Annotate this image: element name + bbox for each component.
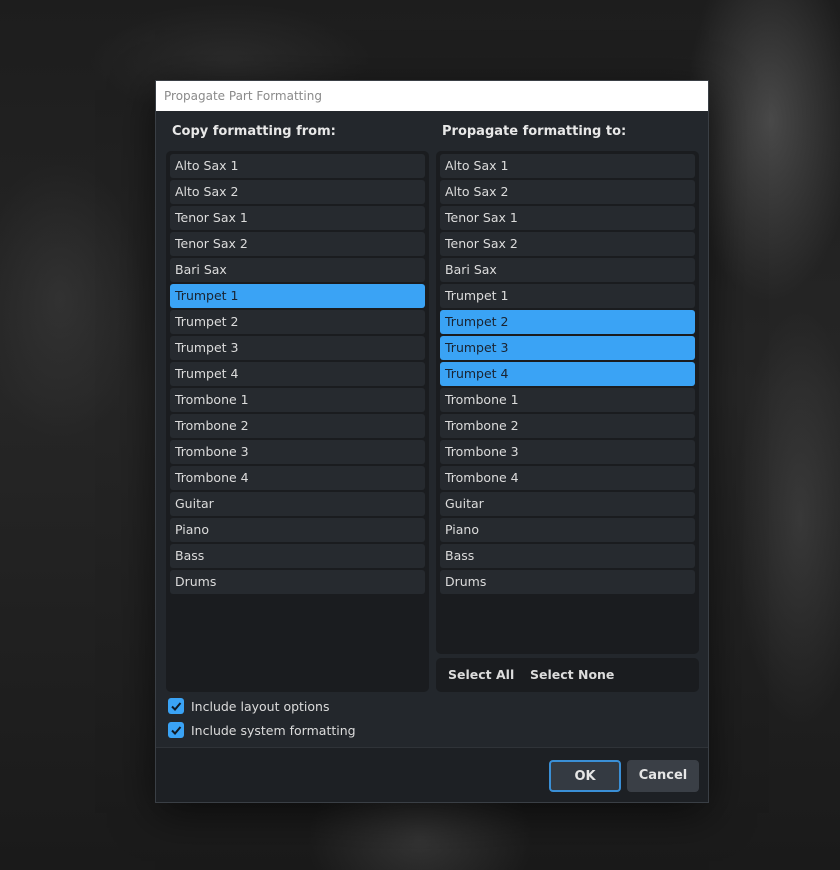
include-system-formatting-label: Include system formatting [191, 722, 356, 738]
from-list-item[interactable]: Tenor Sax 2 [170, 232, 425, 256]
from-list-item[interactable]: Trombone 3 [170, 440, 425, 464]
from-list-item[interactable]: Trumpet 1 [170, 284, 425, 308]
to-list-item[interactable]: Bari Sax [440, 258, 695, 282]
to-list-item[interactable]: Trombone 2 [440, 414, 695, 438]
to-list-item[interactable]: Alto Sax 1 [440, 154, 695, 178]
to-list-item[interactable]: Tenor Sax 1 [440, 206, 695, 230]
from-list-item[interactable]: Trumpet 2 [170, 310, 425, 334]
from-column-heading: Copy formatting from: [172, 124, 336, 139]
from-list-item[interactable]: Piano [170, 518, 425, 542]
to-list-item[interactable]: Guitar [440, 492, 695, 516]
selection-button-bar: Select All Select None [436, 658, 699, 692]
from-list-item[interactable]: Tenor Sax 1 [170, 206, 425, 230]
to-list-item[interactable]: Alto Sax 2 [440, 180, 695, 204]
to-list-item[interactable]: Tenor Sax 2 [440, 232, 695, 256]
select-none-button[interactable]: Select None [530, 658, 614, 692]
from-list-item[interactable]: Trombone 4 [170, 466, 425, 490]
to-list-item[interactable]: Trumpet 1 [440, 284, 695, 308]
propagate-formatting-dialog: Propagate Part Formatting Copy formattin… [155, 80, 709, 803]
from-list-item[interactable]: Trombone 1 [170, 388, 425, 412]
to-list-item[interactable]: Trumpet 2 [440, 310, 695, 334]
to-list-item[interactable]: Trombone 1 [440, 388, 695, 412]
from-list-item[interactable]: Bari Sax [170, 258, 425, 282]
cancel-button[interactable]: Cancel [627, 760, 699, 792]
from-list-item[interactable]: Alto Sax 1 [170, 154, 425, 178]
to-list-item[interactable]: Drums [440, 570, 695, 594]
dialog-title: Propagate Part Formatting [156, 81, 708, 111]
include-layout-options-checkbox[interactable]: Include layout options [168, 697, 330, 715]
dialog-footer: OK Cancel [156, 747, 708, 802]
from-list-item[interactable]: Drums [170, 570, 425, 594]
to-list-item[interactable]: Trumpet 4 [440, 362, 695, 386]
ok-button[interactable]: OK [549, 760, 621, 792]
include-layout-options-label: Include layout options [191, 698, 330, 714]
to-list-item[interactable]: Trombone 3 [440, 440, 695, 464]
from-list-item[interactable]: Trombone 2 [170, 414, 425, 438]
from-list-item[interactable]: Guitar [170, 492, 425, 516]
to-list-item[interactable]: Piano [440, 518, 695, 542]
checkmark-icon [168, 722, 184, 738]
from-parts-list[interactable]: Alto Sax 1 Alto Sax 2 Tenor Sax 1 Tenor Sax… [166, 151, 429, 692]
to-list-item[interactable]: Trumpet 3 [440, 336, 695, 360]
from-list-item[interactable]: Trumpet 4 [170, 362, 425, 386]
to-list-item[interactable]: Bass [440, 544, 695, 568]
from-list-item[interactable]: Bass [170, 544, 425, 568]
to-list-item[interactable]: Trombone 4 [440, 466, 695, 490]
select-all-button[interactable]: Select All [448, 658, 514, 692]
include-system-formatting-checkbox[interactable]: Include system formatting [168, 721, 356, 739]
from-list-item[interactable]: Alto Sax 2 [170, 180, 425, 204]
checkmark-icon [168, 698, 184, 714]
to-parts-list[interactable]: Alto Sax 1 Alto Sax 2 Tenor Sax 1 Tenor Sax… [436, 151, 699, 654]
to-column-heading: Propagate formatting to: [442, 124, 627, 139]
from-list-item[interactable]: Trumpet 3 [170, 336, 425, 360]
